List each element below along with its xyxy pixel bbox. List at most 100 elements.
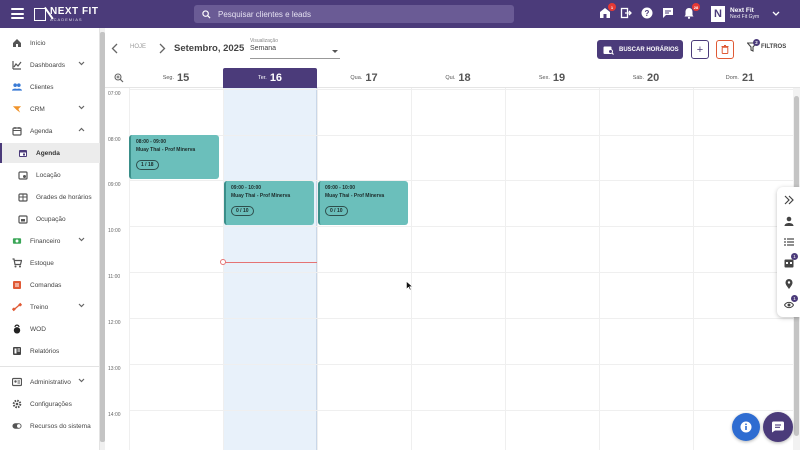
search-bar[interactable]	[194, 5, 514, 23]
day-number: 19	[552, 72, 566, 84]
info-button[interactable]	[732, 413, 760, 441]
event-title: Muay Thai - Prof Minerva	[231, 193, 291, 199]
collapse-panel-icon[interactable]	[783, 194, 794, 205]
day-header-mon[interactable]: Seg. 15	[129, 68, 223, 88]
event-title: Muay Thai - Prof Minerva	[325, 193, 385, 199]
hour-line	[129, 226, 793, 227]
event-card[interactable]: 08:00 - 09:00 Muay Thai - Prof Minerva 1…	[129, 135, 219, 179]
column-line	[599, 88, 600, 450]
sidebar-item-wod[interactable]: WOD	[0, 319, 100, 339]
filters-button[interactable]: 2 FILTROS	[746, 39, 786, 52]
zoom-icon[interactable]	[114, 73, 124, 83]
hour-line	[129, 135, 793, 136]
user-menu[interactable]: N Next Fit Next Fit Gym	[711, 6, 780, 22]
chevron-left-icon[interactable]	[111, 43, 118, 54]
sidebar-item-administrativo[interactable]: Administrativo	[0, 372, 100, 392]
event-capacity: 1 / 18	[136, 160, 159, 170]
chevron-right-icon[interactable]	[159, 43, 166, 54]
add-button[interactable]: +	[691, 40, 709, 59]
event-card[interactable]: 09:00 - 10:00 Muay Thai - Prof Minerva 0…	[224, 181, 314, 225]
chat-icon[interactable]	[661, 6, 675, 20]
app-logo[interactable]: NEXT FIT ACADEMIAS	[34, 7, 98, 22]
logout-icon[interactable]	[619, 6, 633, 20]
sidebar-item-label: Administrativo	[30, 378, 71, 386]
column-line	[317, 88, 318, 450]
hour-line	[129, 272, 793, 273]
chevron-down-icon	[78, 237, 85, 242]
month-label: Setembro, 2025	[174, 43, 245, 54]
list-icon[interactable]	[783, 236, 794, 247]
calendar-today-icon	[18, 148, 28, 158]
event-time: 08:00 - 09:00	[136, 139, 167, 145]
settings-icon	[12, 399, 22, 409]
column-line	[223, 88, 224, 450]
sidebar-item-crm[interactable]: CRM	[0, 99, 100, 119]
day-header-thu[interactable]: Qui. 18	[411, 68, 505, 88]
support-chat-button[interactable]	[763, 412, 793, 442]
sidebar-item-agenda[interactable]: Agenda	[0, 121, 100, 141]
sidebar-item-dashboards[interactable]: Dashboards	[0, 55, 100, 75]
sidebar-item-comandas[interactable]: Comandas	[0, 275, 100, 295]
day-number: 15	[177, 72, 190, 84]
store-badge: 1	[608, 3, 616, 11]
sidebar-item-label: Recursos do sistema	[30, 422, 91, 430]
search-schedules-button[interactable]: BUSCAR HORÁRIOS	[597, 40, 683, 59]
notifications-badge: 28	[692, 3, 700, 11]
sidebar-item-clientes[interactable]: Clientes	[0, 77, 100, 97]
sidebar-item-financeiro[interactable]: Financeiro	[0, 231, 100, 251]
notifications-icon[interactable]: 28	[682, 3, 700, 20]
sidebar-item-label: CRM	[30, 105, 45, 113]
sidebar-divider	[0, 366, 100, 367]
day-header-wed[interactable]: Qua. 17	[317, 68, 411, 88]
mouse-cursor-icon	[406, 281, 413, 291]
view-select-label: Visualização	[250, 38, 278, 44]
sidebar-item-label: WOD	[30, 325, 46, 333]
sidebar-item-agenda-sub[interactable]: Agenda	[0, 143, 100, 163]
column-line	[693, 88, 694, 450]
sidebar-item-treino[interactable]: Treino	[0, 297, 100, 317]
cart-icon	[12, 258, 22, 268]
info-icon	[740, 421, 752, 433]
day-header-sun[interactable]: Dom. 21	[693, 68, 787, 88]
store-icon[interactable]: 1	[598, 3, 616, 20]
sidebar-item-locacao[interactable]: Locação	[0, 165, 100, 185]
day-name: Sáb.	[632, 75, 645, 81]
admin-icon	[12, 377, 22, 387]
event-card[interactable]: 09:00 - 10:00 Muay Thai - Prof Minerva 0…	[318, 181, 408, 225]
delete-button[interactable]	[716, 40, 734, 59]
day-header-fri[interactable]: Sex. 19	[505, 68, 599, 88]
user-gym: Next Fit Gym	[730, 13, 760, 20]
sidebar-item-recursos[interactable]: Recursos do sistema	[0, 416, 100, 436]
day-header-tue[interactable]: Ter. 16	[223, 68, 317, 88]
search-input[interactable]	[218, 9, 498, 19]
calendar-grid-icon[interactable]: 1	[783, 253, 798, 268]
map-pin-icon[interactable]	[783, 278, 794, 289]
schedule-grid-icon	[18, 192, 28, 202]
dumbbell-icon	[12, 302, 22, 312]
help-icon[interactable]: ?	[640, 6, 654, 20]
day-header-sat[interactable]: Sáb. 20	[599, 68, 693, 88]
event-capacity: 0 / 10	[325, 206, 348, 216]
sidebar-item-inicio[interactable]: Início	[0, 33, 100, 53]
sidebar-item-estoque[interactable]: Estoque	[0, 253, 100, 273]
view-select[interactable]: Semana	[250, 45, 340, 59]
sidebar-item-configuracoes[interactable]: Configurações	[0, 394, 100, 414]
occupancy-icon	[18, 214, 28, 224]
logo-mark	[34, 8, 46, 21]
today-button[interactable]: HOJE	[130, 44, 146, 50]
sidebar-item-ocupacao[interactable]: Ocupação	[0, 209, 100, 229]
day-name: Dom.	[725, 75, 739, 81]
eye-icon[interactable]: 1	[783, 295, 798, 310]
day-name: Sex.	[538, 75, 550, 81]
hour-line	[129, 410, 793, 411]
filters-badge: 2	[753, 39, 760, 46]
calendar-grid[interactable]: 07:00 08:00 09:00 10:00 11:00 12:00 13:0…	[105, 88, 793, 450]
person-icon[interactable]	[783, 215, 794, 226]
sidebar: Início Dashboards Clientes CRM Agenda Ag…	[0, 28, 100, 450]
menu-icon[interactable]	[11, 8, 24, 19]
sidebar-item-relatorios[interactable]: Relatórios	[0, 341, 100, 361]
sidebar-item-grades[interactable]: Grades de horários	[0, 187, 100, 207]
sidebar-item-label: Dashboards	[30, 61, 66, 69]
sidebar-item-label: Relatórios	[30, 347, 60, 355]
column-line	[505, 88, 506, 450]
